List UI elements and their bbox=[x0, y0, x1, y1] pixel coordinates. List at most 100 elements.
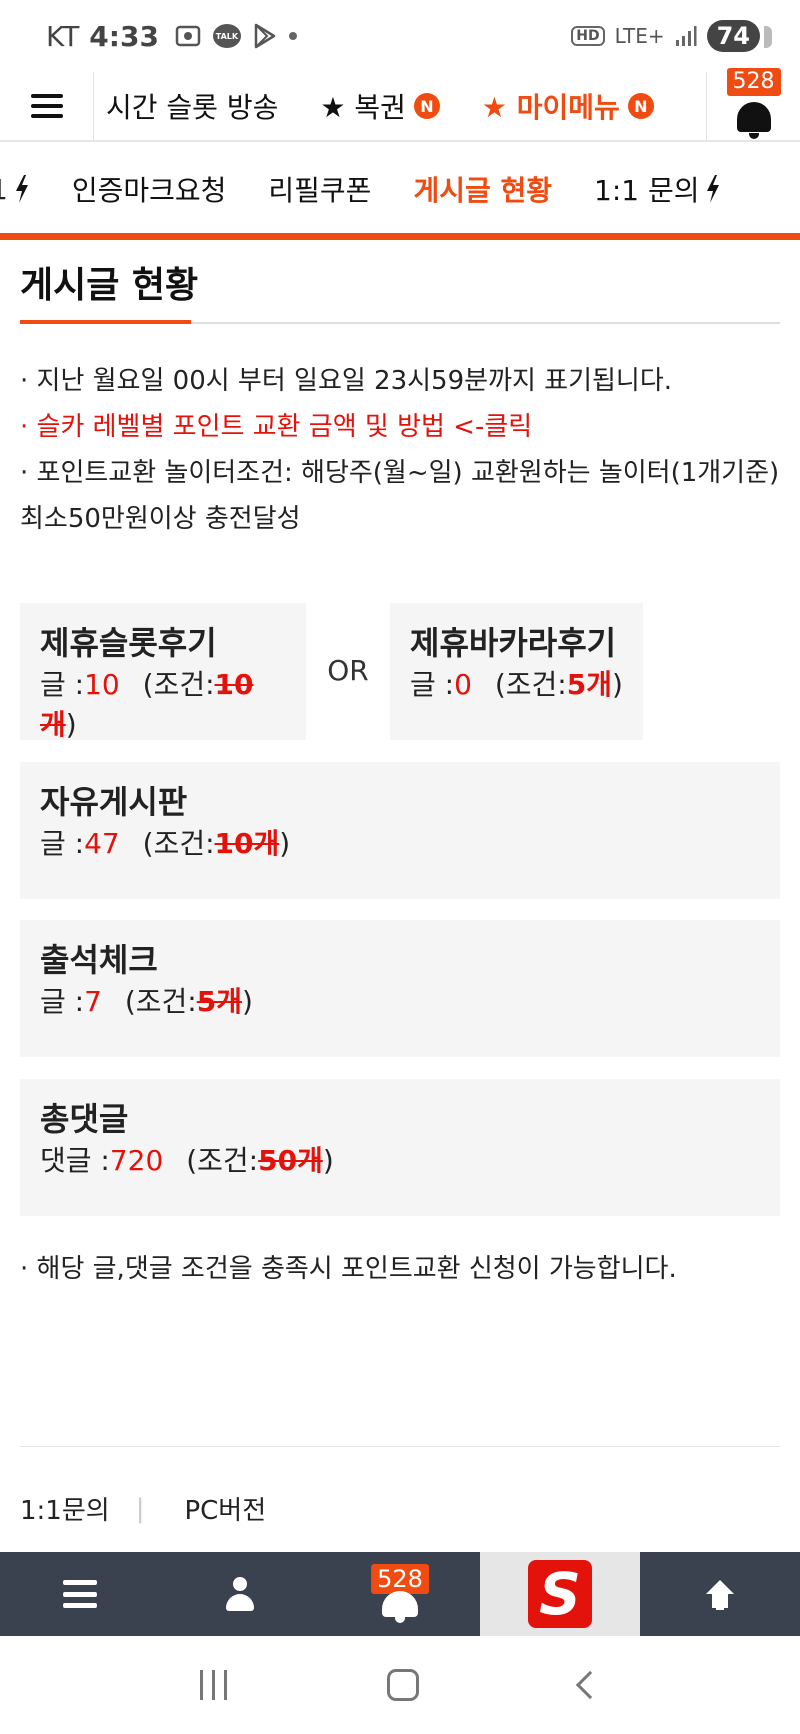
condition-prefix: (조건: bbox=[186, 1144, 259, 1177]
site-logo-icon: S bbox=[528, 1560, 592, 1628]
condition-prefix: (조건: bbox=[494, 668, 567, 701]
card-attendance[interactable]: 출석체크 글 :7 (조건:5개) bbox=[20, 920, 780, 1057]
screenshot-icon bbox=[175, 24, 201, 48]
condition-value: 5개 bbox=[196, 985, 242, 1018]
sub-navigation[interactable]: 1 인증마크요청 리필쿠폰 게시글 현황 1:1 문의 bbox=[0, 143, 800, 235]
bottom-notifications-button[interactable]: 528 bbox=[320, 1552, 480, 1636]
new-badge: N bbox=[413, 93, 440, 119]
home-icon[interactable] bbox=[387, 1669, 420, 1701]
condition-suffix: ) bbox=[65, 708, 77, 741]
sub-nav-label: 1 bbox=[0, 173, 8, 206]
hd-voice-icon: HD bbox=[571, 26, 605, 46]
new-badge: N bbox=[627, 93, 654, 119]
condition-suffix: ) bbox=[611, 668, 623, 701]
notifications-button[interactable]: 528 bbox=[706, 68, 800, 140]
sub-nav-item-inquiry[interactable]: 1:1 문의 bbox=[594, 169, 721, 209]
condition-suffix: ) bbox=[279, 827, 291, 860]
lightning-icon bbox=[15, 175, 28, 203]
stat-prefix: 글 : bbox=[40, 827, 85, 860]
card-slot-review[interactable]: 제휴슬롯후기 글 :10 (조건:10개) bbox=[20, 603, 306, 741]
play-store-icon bbox=[253, 23, 277, 49]
lightning-icon bbox=[707, 175, 720, 203]
stat-prefix: 글 : bbox=[410, 668, 455, 701]
bottom-toolbar: 528 S bbox=[0, 1552, 800, 1636]
back-icon[interactable] bbox=[575, 1670, 604, 1700]
nav-divider bbox=[0, 233, 800, 240]
notification-count-badge: 528 bbox=[726, 68, 781, 96]
footer-divider bbox=[20, 1446, 780, 1447]
condition-prefix: (조건: bbox=[142, 668, 215, 701]
bottom-home-logo-button[interactable]: S bbox=[480, 1552, 640, 1636]
stat-prefix: 글 : bbox=[40, 985, 85, 1018]
bottom-profile-button[interactable] bbox=[160, 1552, 320, 1636]
top-nav-label: ★ 마이메뉴 bbox=[481, 91, 620, 124]
top-nav-item-slot-broadcast[interactable]: 시간 슬롯 방송 bbox=[106, 86, 278, 126]
card-title: 제휴슬롯후기 bbox=[40, 624, 217, 662]
footer-separator: | bbox=[135, 1493, 145, 1524]
card-stats: 글 :0 (조건:5개) bbox=[410, 665, 623, 705]
condition-prefix: (조건: bbox=[142, 827, 215, 860]
system-navigation-bar bbox=[0, 1636, 800, 1734]
menu-button[interactable] bbox=[0, 72, 94, 140]
heading-accent-bar bbox=[20, 320, 191, 324]
recent-apps-icon[interactable] bbox=[200, 1670, 228, 1700]
condition-suffix: ) bbox=[322, 1144, 334, 1177]
condition-suffix: ) bbox=[241, 985, 253, 1018]
top-nav-label: 시간 슬롯 방송 bbox=[106, 91, 279, 124]
footer-links: 1:1문의 | PC버전 bbox=[20, 1490, 266, 1527]
stat-prefix: 댓글 : bbox=[40, 1144, 110, 1177]
page-title: 게시글 현황 bbox=[20, 265, 199, 306]
kakaotalk-icon: TALK bbox=[212, 24, 241, 48]
card-stats: 댓글 :720 (조건:50개) bbox=[40, 1141, 760, 1181]
carrier-label: KT bbox=[46, 19, 80, 53]
sub-nav-item-cert-mark[interactable]: 인증마크요청 bbox=[72, 169, 227, 209]
post-count: 47 bbox=[84, 827, 120, 860]
card-title: 제휴바카라후기 bbox=[410, 624, 617, 662]
note-exchange-condition: · 포인트교환 놀이터조건: 해당주(월~일) 교환원하는 놀이터(1개기준) … bbox=[20, 458, 780, 534]
sub-nav-item-refill-coupon[interactable]: 리필쿠폰 bbox=[268, 169, 371, 209]
bell-icon bbox=[736, 102, 771, 139]
scroll-top-button[interactable] bbox=[640, 1552, 800, 1636]
top-nav-scroller[interactable]: 시간 슬롯 방송 ★ 복권 N ★ 마이메뉴 N bbox=[94, 72, 706, 140]
condition-value: 50개 bbox=[258, 1144, 323, 1177]
card-baccarat-review[interactable]: 제휴바카라후기 글 :0 (조건:5개) bbox=[390, 603, 643, 740]
info-notes: · 지난 월요일 00시 부터 일요일 23시59분까지 표기됩니다. · 슬카… bbox=[20, 358, 780, 542]
top-nav-item-my-menu[interactable]: ★ 마이메뉴 N bbox=[482, 86, 654, 126]
card-free-board[interactable]: 자유게시판 글 :47 (조건:10개) bbox=[20, 762, 780, 899]
network-type: LTE+ bbox=[614, 24, 665, 48]
bottom-menu-button[interactable] bbox=[0, 1552, 160, 1636]
arrow-up-icon bbox=[706, 1580, 734, 1610]
post-count: 7 bbox=[84, 985, 102, 1018]
or-separator: OR bbox=[327, 654, 369, 687]
card-stats: 글 :10 (조건:10개) bbox=[40, 665, 286, 745]
exchange-footnote: · 해당 글,댓글 조건을 충족시 포인트교환 신청이 가능합니다. bbox=[20, 1254, 677, 1284]
signal-icon bbox=[675, 25, 697, 47]
clock: 4:33 bbox=[89, 19, 159, 53]
status-bar: KT 4:33 TALK HD LTE+ 74 bbox=[0, 0, 800, 72]
sub-nav-label: 1:1 문의 bbox=[594, 174, 700, 207]
condition-value: 10개 bbox=[214, 827, 280, 860]
sub-nav-item-cut-off[interactable]: 1 bbox=[0, 173, 30, 206]
card-stats: 글 :47 (조건:10개) bbox=[40, 824, 760, 864]
post-count: 0 bbox=[454, 668, 472, 701]
battery-indicator: 74 bbox=[706, 20, 773, 52]
top-navigation: 시간 슬롯 방송 ★ 복권 N ★ 마이메뉴 N 528 bbox=[0, 68, 800, 142]
stat-prefix: 글 : bbox=[40, 668, 85, 701]
condition-value: 5개 bbox=[566, 668, 612, 701]
top-nav-label: ★ 복권 bbox=[320, 91, 406, 124]
card-title: 출석체크 bbox=[40, 941, 158, 979]
card-stats: 글 :7 (조건:5개) bbox=[40, 982, 760, 1022]
footer-link-pc-version[interactable]: PC버전 bbox=[184, 1490, 266, 1527]
footer-link-inquiry[interactable]: 1:1문의 bbox=[20, 1490, 110, 1527]
comment-count: 720 bbox=[109, 1144, 164, 1177]
post-count: 10 bbox=[84, 668, 120, 701]
note-point-exchange-link[interactable]: · 슬카 레벨별 포인트 교환 금액 및 방법 <-클릭 bbox=[20, 404, 780, 450]
hamburger-icon bbox=[63, 1580, 97, 1608]
sub-nav-item-post-status[interactable]: 게시글 현황 bbox=[413, 169, 552, 209]
bell-icon bbox=[382, 1591, 418, 1623]
card-title: 총댓글 bbox=[40, 1100, 129, 1138]
system-icons: HD LTE+ 74 bbox=[571, 20, 773, 52]
top-nav-item-lottery[interactable]: ★ 복권 N bbox=[320, 86, 440, 126]
notification-count-badge: 528 bbox=[371, 1564, 429, 1594]
card-total-comments[interactable]: 총댓글 댓글 :720 (조건:50개) bbox=[20, 1079, 780, 1216]
